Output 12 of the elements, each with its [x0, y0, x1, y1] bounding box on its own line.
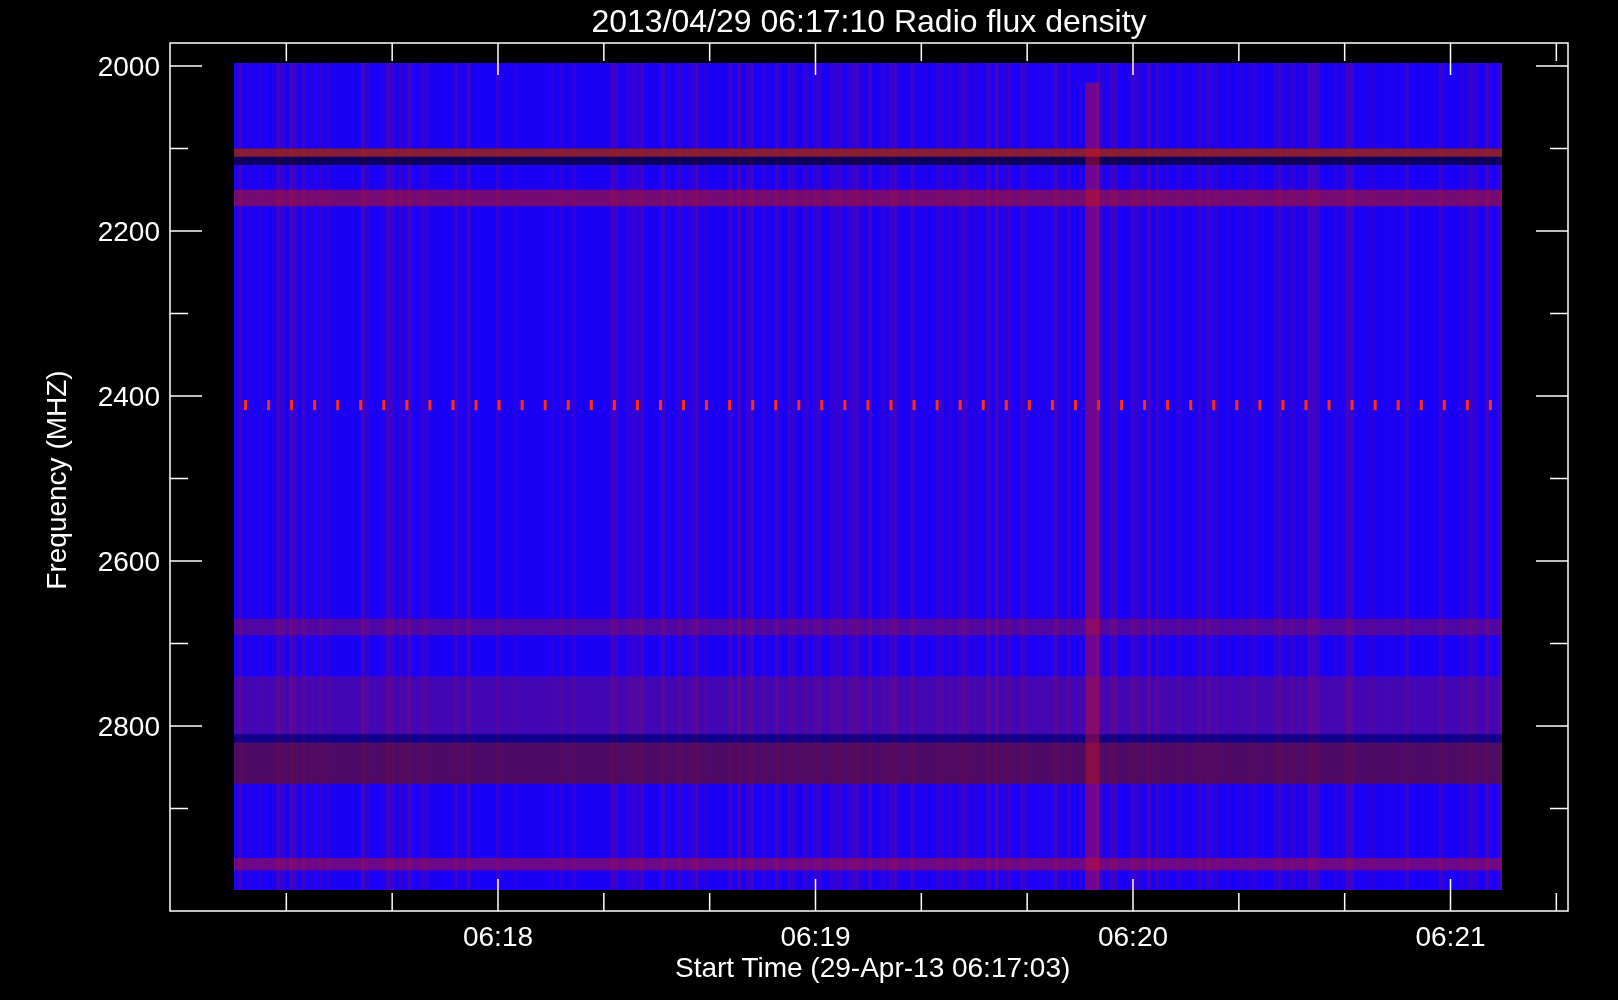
- y-tick-label: 2600: [97, 546, 160, 577]
- x-tick-label: 06:21: [1415, 921, 1486, 952]
- y-tick-label: 2800: [97, 711, 160, 742]
- x-axis-label: Start Time (29-Apr-13 06:17:03): [675, 952, 1071, 983]
- plot-title: 2013/04/29 06:17:10 Radio flux density: [591, 3, 1147, 39]
- y-tick-label: 2200: [97, 216, 160, 247]
- y-tick-label: 2000: [97, 51, 160, 82]
- x-tick-label: 06:19: [780, 921, 851, 952]
- y-axis-label: Frequency (MHZ): [41, 370, 72, 590]
- x-tick-label: 06:18: [462, 921, 534, 952]
- y-tick-label: 2400: [97, 381, 160, 412]
- x-tick-label: 06:20: [1097, 921, 1169, 952]
